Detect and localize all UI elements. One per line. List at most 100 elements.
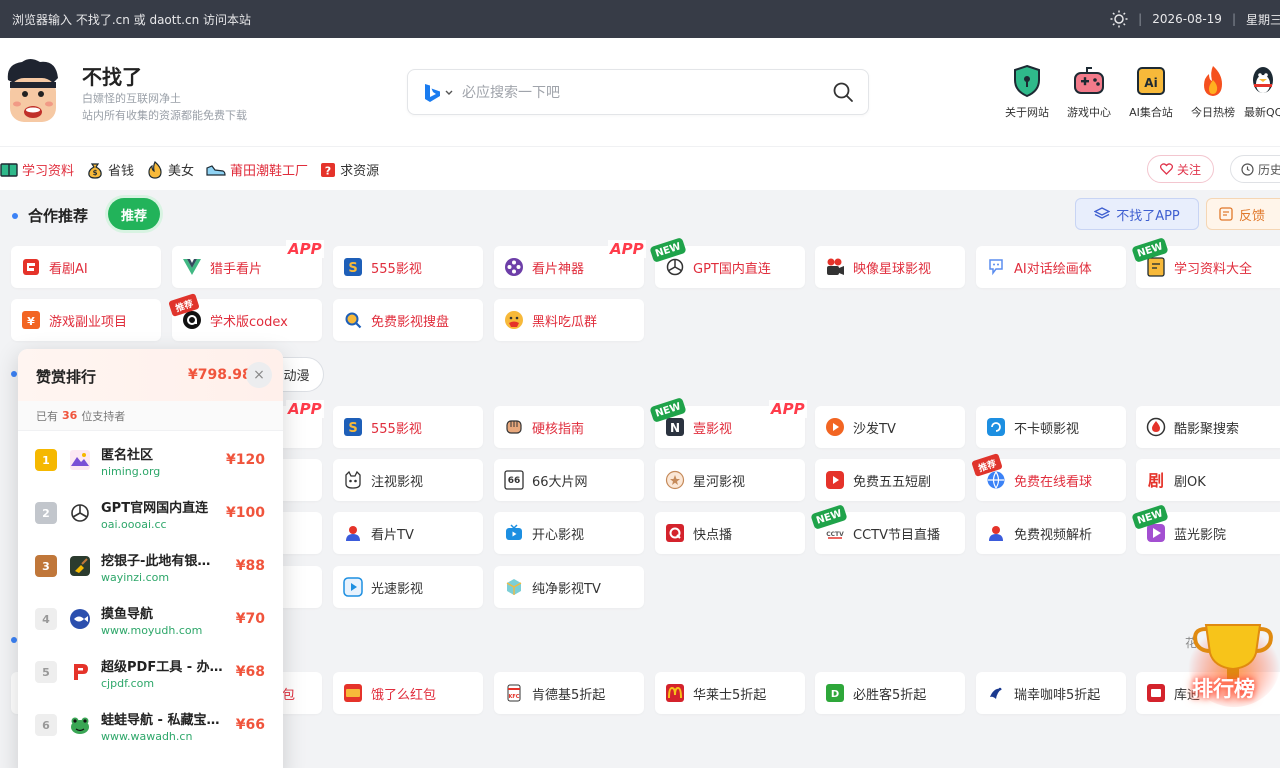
site-logo-icon[interactable]: [4, 58, 62, 126]
site-card-label: 饿了么红包: [371, 687, 437, 703]
quicknav-games[interactable]: 游戏中心: [1058, 64, 1120, 120]
site-card[interactable]: 66 66大片网: [494, 459, 644, 501]
app-download-button[interactable]: 不找了APP: [1075, 198, 1199, 230]
site-card-label: GPT国内直连: [693, 261, 771, 277]
quicknav-label: 关于网站: [1005, 106, 1049, 119]
site-card[interactable]: 免费五五短剧: [815, 459, 965, 501]
site-card[interactable]: 硬核指南: [494, 406, 644, 448]
flame-icon: [148, 160, 162, 179]
site-card-label: 555影视: [371, 261, 422, 277]
follow-button[interactable]: 关注: [1147, 155, 1214, 183]
site-card[interactable]: 映像星球影视: [815, 246, 965, 288]
svg-text:¥: ¥: [27, 315, 35, 328]
quicknav-qq[interactable]: 最新QQ: [1244, 64, 1280, 120]
ranking-float-label: 排行榜: [1192, 677, 1255, 701]
site-card[interactable]: 纯净影视TV: [494, 566, 644, 608]
ai-chat-icon: [986, 257, 1006, 277]
shoe-icon: [206, 164, 226, 176]
site-card[interactable]: 注视影视: [333, 459, 483, 501]
category-save-money[interactable]: $ 省钱: [86, 160, 134, 179]
top-notice: 浏览器输入 不找了.cn 或 daott.cn 访问本站: [12, 13, 252, 27]
search-box: [407, 69, 869, 115]
rank-number: 2: [35, 502, 57, 524]
search-icon[interactable]: [832, 81, 854, 103]
rank-site-domain: www.moyudh.com: [101, 624, 203, 637]
ranking-row[interactable]: 2 GPT官网国内直连 oai.oooai.cc ¥100: [18, 487, 283, 540]
site-card[interactable]: S 555影视: [333, 406, 483, 448]
quicknav-about[interactable]: 关于网站: [996, 64, 1058, 120]
category-label: 美女: [168, 164, 195, 179]
site-card-label: 看剧AI: [49, 261, 88, 277]
site-card[interactable]: 酷影聚搜索: [1136, 406, 1280, 448]
category-beauty[interactable]: 美女: [146, 160, 194, 179]
ranking-row[interactable]: 5 超级PDF工具 - 办… cjpdf.com ¥68: [18, 646, 283, 699]
site-card[interactable]: 瑞幸咖啡5折起: [976, 672, 1126, 714]
site-card-label: 免费视频解析: [1014, 527, 1093, 543]
site-card-label: 免费在线看球: [1014, 474, 1093, 490]
clock-icon: [1241, 162, 1254, 176]
history-button[interactable]: 历史: [1230, 155, 1280, 183]
ranking-float-button[interactable]: 排行榜: [1186, 615, 1280, 715]
svg-text:$: $: [93, 169, 98, 177]
category-study[interactable]: 学习资料: [0, 160, 74, 179]
category-shoes[interactable]: 莆田潮鞋工厂: [206, 160, 308, 179]
ranking-row[interactable]: 1 匿名社区 niming.org ¥120: [18, 434, 283, 487]
cube-icon: [504, 577, 524, 597]
search-input[interactable]: [462, 80, 822, 106]
quicknav-label: 游戏中心: [1067, 106, 1111, 119]
cctv-icon: CCTV: [825, 523, 845, 543]
close-icon[interactable]: ×: [246, 362, 272, 388]
site-card-label: AI对话绘画体: [1014, 261, 1092, 277]
site-card[interactable]: 快点播: [655, 512, 805, 554]
category-label: 莆田潮鞋工厂: [230, 164, 309, 179]
section-dot: [11, 637, 17, 643]
quicknav-ai[interactable]: Ai AI集合站: [1120, 64, 1182, 120]
recommend-tab[interactable]: 推荐: [108, 198, 160, 230]
site-card[interactable]: 光速影视: [333, 566, 483, 608]
site-name[interactable]: 不找了: [82, 61, 142, 90]
pizza-hut-icon: D: [825, 683, 845, 703]
bing-engine-selector[interactable]: [422, 82, 458, 104]
mountain-icon: [69, 449, 91, 471]
ranking-row[interactable]: 4 摸鱼导航 www.moyudh.com ¥70: [18, 593, 283, 646]
supporters-suffix: 位支持者: [81, 409, 126, 423]
site-card[interactable]: 开心影视: [494, 512, 644, 554]
ranking-row[interactable]: 3 挖银子-此地有银… wayinzi.com ¥88: [18, 540, 283, 593]
category-request[interactable]: ? 求资源: [320, 160, 379, 179]
site-card[interactable]: ¥ 游戏副业项目: [11, 299, 161, 341]
site-slogan: 白嫖怪的互联网净土 站内所有收集的资源都能免费下载: [82, 90, 247, 124]
site-card[interactable]: 沙发TV: [815, 406, 965, 448]
site-card-label: 学习资料大全: [1174, 261, 1253, 277]
site-card[interactable]: 免费视频解析: [976, 512, 1126, 554]
quicknav-hot[interactable]: 今日热榜: [1182, 64, 1244, 120]
rank-number: 6: [35, 714, 57, 736]
site-card-label: 看片神器: [532, 261, 585, 277]
site-card[interactable]: 看剧AI: [11, 246, 161, 288]
site-card[interactable]: 华莱士5折起: [655, 672, 805, 714]
earn-icon: ¥: [21, 310, 41, 330]
site-card[interactable]: D 必胜客5折起: [815, 672, 965, 714]
site-card-label: 注视影视: [371, 474, 424, 490]
site-card[interactable]: 黑料吃瓜群: [494, 299, 644, 341]
site-card[interactable]: 免费影视搜盘: [333, 299, 483, 341]
site-card[interactable]: 星河影视: [655, 459, 805, 501]
gamepad-icon: [1074, 67, 1104, 94]
section-title-text: 合作推荐: [28, 207, 89, 225]
site-card[interactable]: 不卡顿影视: [976, 406, 1126, 448]
luckin-icon: [986, 683, 1006, 703]
site-card[interactable]: AI对话绘画体: [976, 246, 1126, 288]
svg-text:N: N: [670, 421, 680, 435]
theme-toggle-icon[interactable]: [1110, 10, 1128, 28]
site-card[interactable]: 饿了么红包: [333, 672, 483, 714]
site-card[interactable]: 看片TV: [333, 512, 483, 554]
ranking-row[interactable]: 6 蛙蛙导航 - 私藏宝… www.wawadh.cn ¥66: [18, 699, 283, 752]
svg-text:D: D: [831, 689, 839, 700]
site-card[interactable]: KFC 肯德基5折起: [494, 672, 644, 714]
rank-site-name: 蛙蛙导航 - 私藏宝…: [101, 713, 220, 728]
site-card[interactable]: 剧 剧OK: [1136, 459, 1280, 501]
site-card[interactable]: S 555影视: [333, 246, 483, 288]
site-card-label: 学术版codex: [210, 314, 288, 330]
ball-icon: [986, 470, 1006, 490]
rank-amount: ¥68: [235, 664, 265, 680]
feedback-button[interactable]: 反馈: [1206, 198, 1280, 230]
